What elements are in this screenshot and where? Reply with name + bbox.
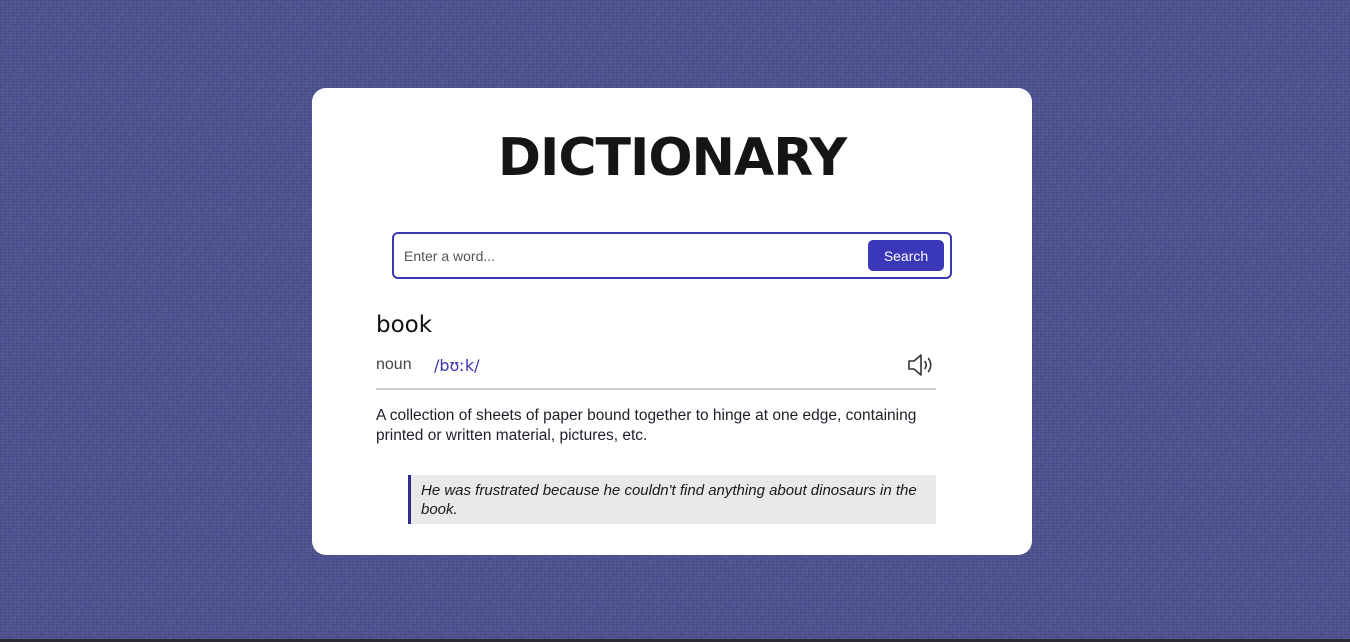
definition-text: A collection of sheets of paper bound to…	[376, 407, 917, 444]
phonetic-text: /bʊːk/	[434, 356, 480, 375]
example-quote: He was frustrated because he couldn't fi…	[408, 475, 936, 524]
word-meta-row: noun /bʊːk/	[376, 352, 936, 390]
search-bar: Search	[392, 232, 952, 279]
speaker-icon[interactable]	[906, 352, 936, 378]
page-title: DICTIONARY	[497, 128, 847, 188]
search-input[interactable]	[404, 240, 854, 271]
search-button[interactable]: Search	[868, 240, 944, 271]
part-of-speech: noun	[376, 356, 412, 373]
result-word: book	[376, 312, 433, 338]
dictionary-card: DICTIONARY Search book noun /bʊːk/ A col…	[312, 88, 1032, 555]
